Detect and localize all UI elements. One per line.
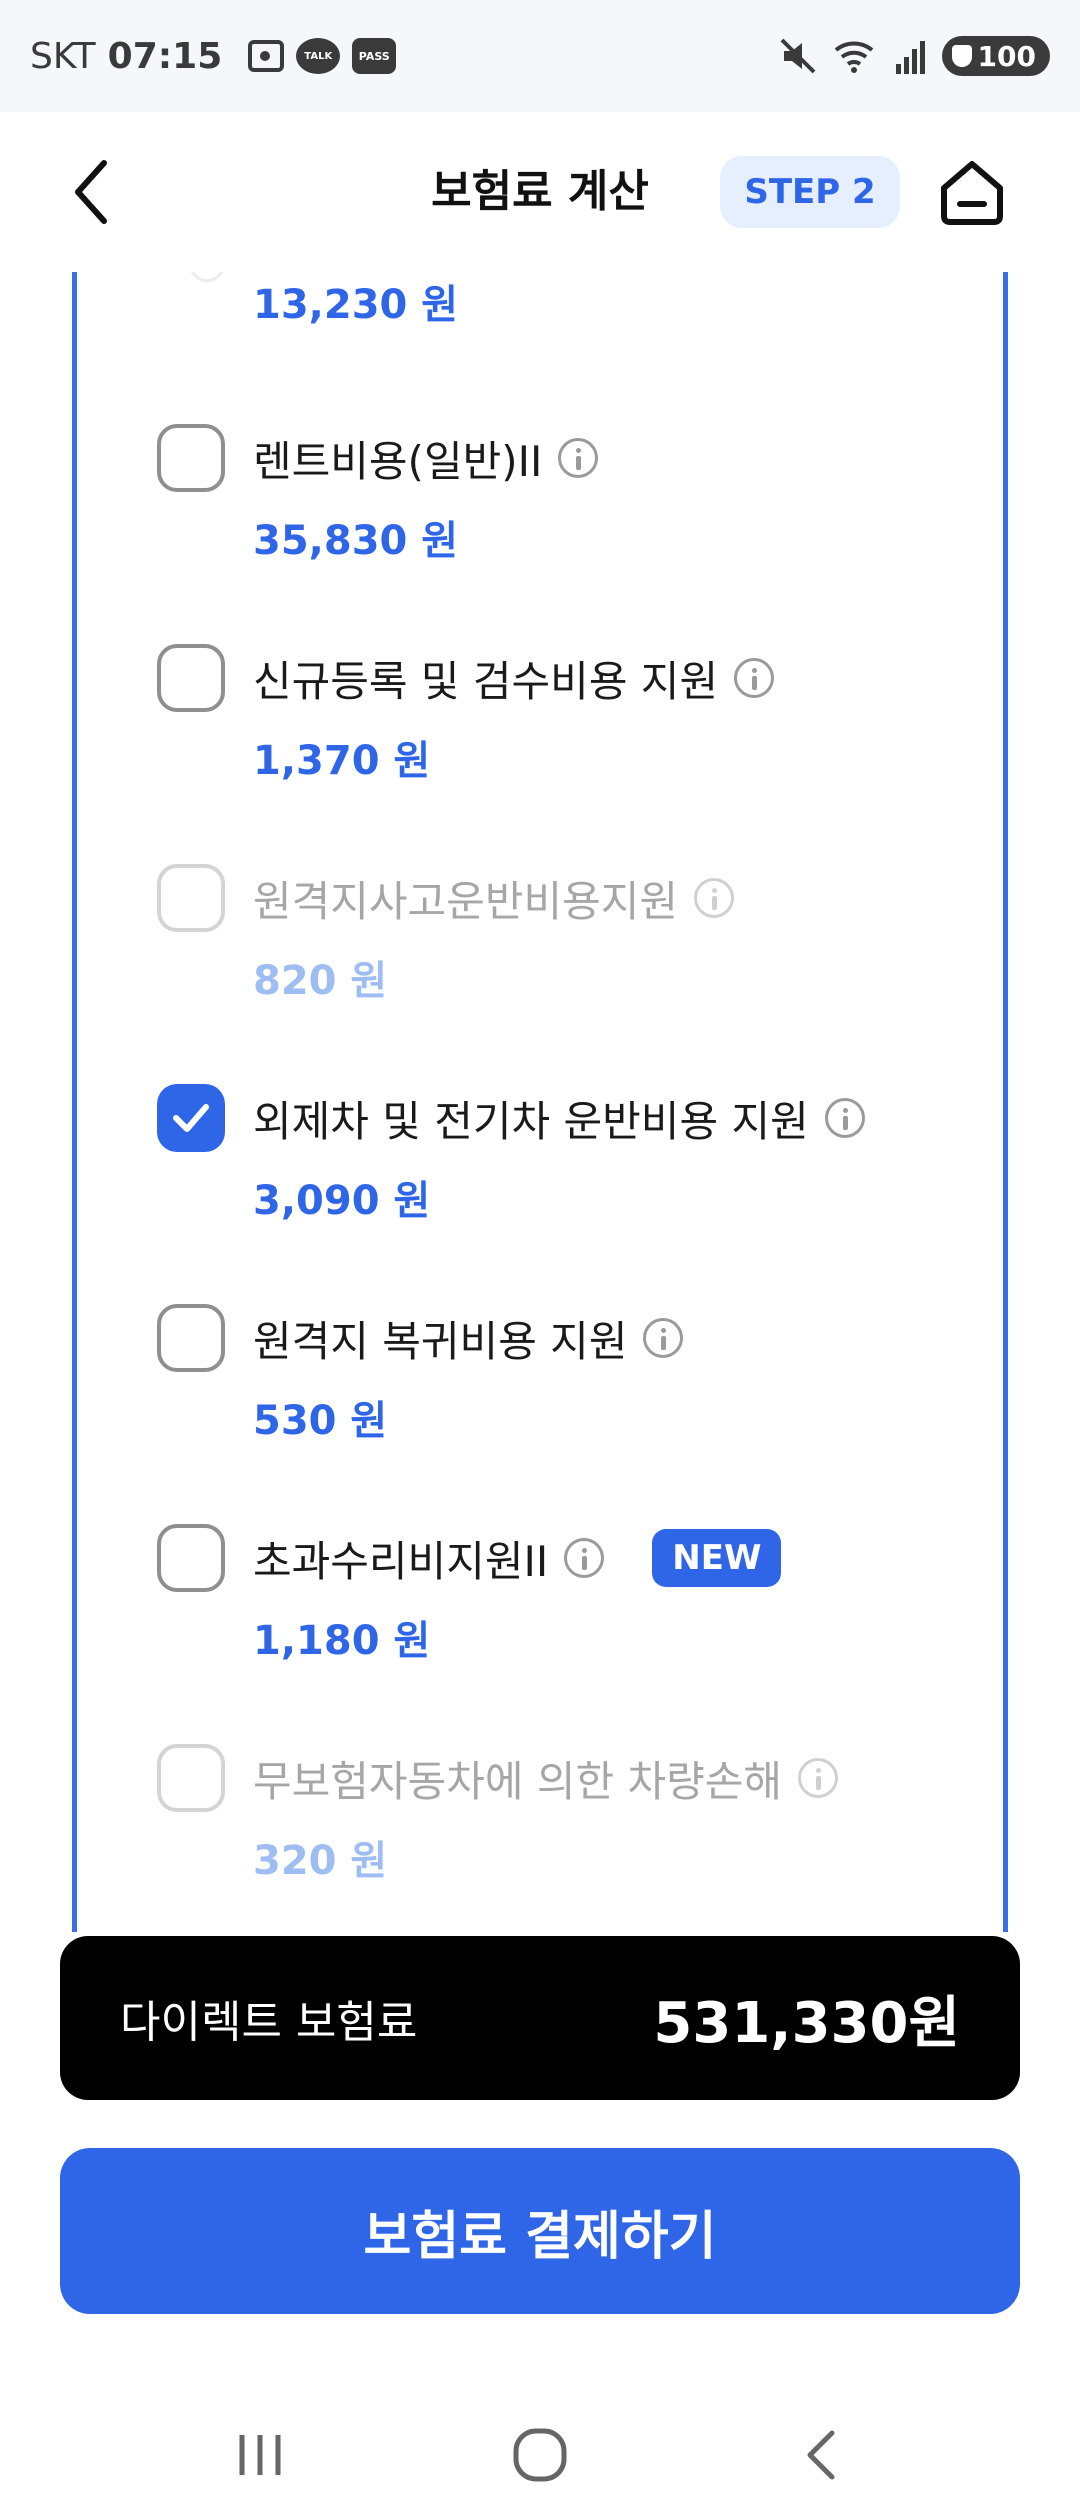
status-bar: SKT 07:15 TALK PASS 100 — [0, 0, 1080, 112]
back-chevron-icon — [807, 2430, 835, 2480]
kakaotalk-icon: TALK — [296, 38, 341, 74]
info-icon[interactable] — [558, 438, 599, 478]
coverage-label-row: 초과수리비지원II NEW — [253, 1524, 782, 1592]
coverage-price: 13,230 원 — [253, 282, 459, 328]
coverage-checkbox[interactable] — [157, 644, 225, 712]
page-title: 보험료 계산 — [431, 166, 649, 217]
signal-icon — [894, 38, 928, 74]
battery-icon: 100 — [941, 36, 1050, 76]
checkmark-icon — [173, 1104, 209, 1132]
back-button[interactable] — [60, 154, 120, 230]
back-nav-button[interactable] — [760, 2405, 880, 2505]
coverage-label-row: 무보험자동차에 의한 차량손해 — [253, 1744, 839, 1812]
coverage-item: 초과수리비지원II NEW 1,180 원 — [77, 1524, 1003, 1724]
system-nav-bar — [0, 2390, 1080, 2520]
info-icon[interactable] — [798, 1758, 839, 1798]
screen: SKT 07:15 TALK PASS 100 보험료 계산 STEP 2 13… — [0, 0, 1080, 2520]
total-amount: 531,330원 — [653, 1990, 960, 2056]
coverage-price: 320 원 — [253, 1838, 388, 1884]
carrier-label: SKT — [30, 35, 96, 77]
coverage-price: 1,370 원 — [253, 738, 431, 784]
coverage-item: 외제차 및 전기차 운반비용 지원 3,090 원 — [77, 1084, 1003, 1284]
coverage-label: 렌트비용(일반)II — [253, 436, 543, 486]
coverage-checkbox — [157, 864, 225, 932]
coverage-checkbox[interactable] — [157, 1524, 225, 1592]
coverage-item: 신규등록 및 검수비용 지원 1,370 원 — [77, 644, 1003, 844]
coverage-label: 무보험자동차에 의한 차량손해 — [253, 1756, 783, 1806]
coverage-checkbox — [157, 1744, 225, 1812]
coverage-label-row: 외제차 및 전기차 운반비용 지원 — [253, 1084, 865, 1152]
pass-icon: PASS — [352, 38, 397, 74]
total-label: 다이렉트 보험료 — [120, 1997, 418, 2048]
coverage-checkbox[interactable] — [157, 424, 225, 492]
new-badge: NEW — [652, 1529, 782, 1587]
info-icon[interactable] — [694, 878, 735, 918]
coverage-item: 원격지 복귀비용 지원 530 원 — [77, 1304, 1003, 1504]
info-icon[interactable] — [824, 1098, 865, 1138]
coverage-price: 530 원 — [253, 1398, 388, 1444]
info-icon[interactable] — [643, 1318, 684, 1358]
coverage-checkbox[interactable] — [157, 1304, 225, 1372]
home-button[interactable] — [932, 152, 1012, 232]
total-premium-bar: 다이렉트 보험료 531,330원 — [60, 1936, 1020, 2100]
coverage-item: 13,230 원 — [77, 272, 1003, 388]
clock: 07:15 — [107, 35, 223, 77]
coverage-label: 외제차 및 전기차 운반비용 지원 — [253, 1096, 809, 1146]
coverage-price: 35,830 원 — [253, 518, 459, 564]
back-arrow-icon — [75, 160, 107, 224]
step-badge: STEP 2 — [720, 156, 900, 228]
coverage-label-row: 원격지사고운반비용지원 — [253, 864, 735, 932]
coverage-price: 1,180 원 — [253, 1618, 431, 1664]
coverage-label-row: 원격지 복귀비용 지원 — [253, 1304, 684, 1372]
pay-premium-button[interactable]: 보험료 결제하기 — [60, 2148, 1020, 2314]
coverage-label: 원격지사고운반비용지원 — [253, 876, 679, 926]
coverage-label: 신규등록 및 검수비용 지원 — [253, 656, 719, 706]
coverage-list: 13,230 원 렌트비용(일반)II 35,830 원 신규등록 및 검수비용… — [72, 272, 1008, 1932]
coverage-label-row: 렌트비용(일반)II — [253, 424, 599, 492]
wifi-icon — [832, 36, 880, 76]
battery-shield-icon — [951, 45, 972, 67]
status-right: 100 — [778, 36, 1050, 76]
coverage-label-row: 신규등록 및 검수비용 지원 — [253, 644, 775, 712]
info-icon[interactable] — [734, 658, 775, 698]
home-nav-button[interactable] — [480, 2405, 600, 2505]
recent-apps-icon — [239, 2435, 281, 2475]
recent-apps-button[interactable] — [200, 2405, 320, 2505]
gallery-icon — [248, 40, 285, 72]
battery-level: 100 — [977, 39, 1036, 73]
coverage-price: 3,090 원 — [253, 1178, 431, 1224]
app-header: 보험료 계산 STEP 2 — [0, 112, 1080, 272]
home-circle-icon — [513, 2428, 567, 2482]
info-icon[interactable] — [564, 1538, 605, 1578]
home-icon — [941, 161, 1003, 225]
coverage-item: 렌트비용(일반)II 35,830 원 — [77, 424, 1003, 624]
coverage-price: 820 원 — [253, 958, 388, 1004]
coverage-item: 원격지사고운반비용지원 820 원 — [77, 864, 1003, 1064]
mute-icon — [778, 36, 818, 76]
coverage-checkbox[interactable] — [157, 1084, 225, 1152]
list-fade — [77, 1882, 1003, 1932]
status-left: SKT 07:15 TALK PASS — [30, 35, 397, 77]
coverage-label: 원격지 복귀비용 지원 — [253, 1316, 628, 1366]
coverage-label: 초과수리비지원II — [253, 1536, 549, 1586]
